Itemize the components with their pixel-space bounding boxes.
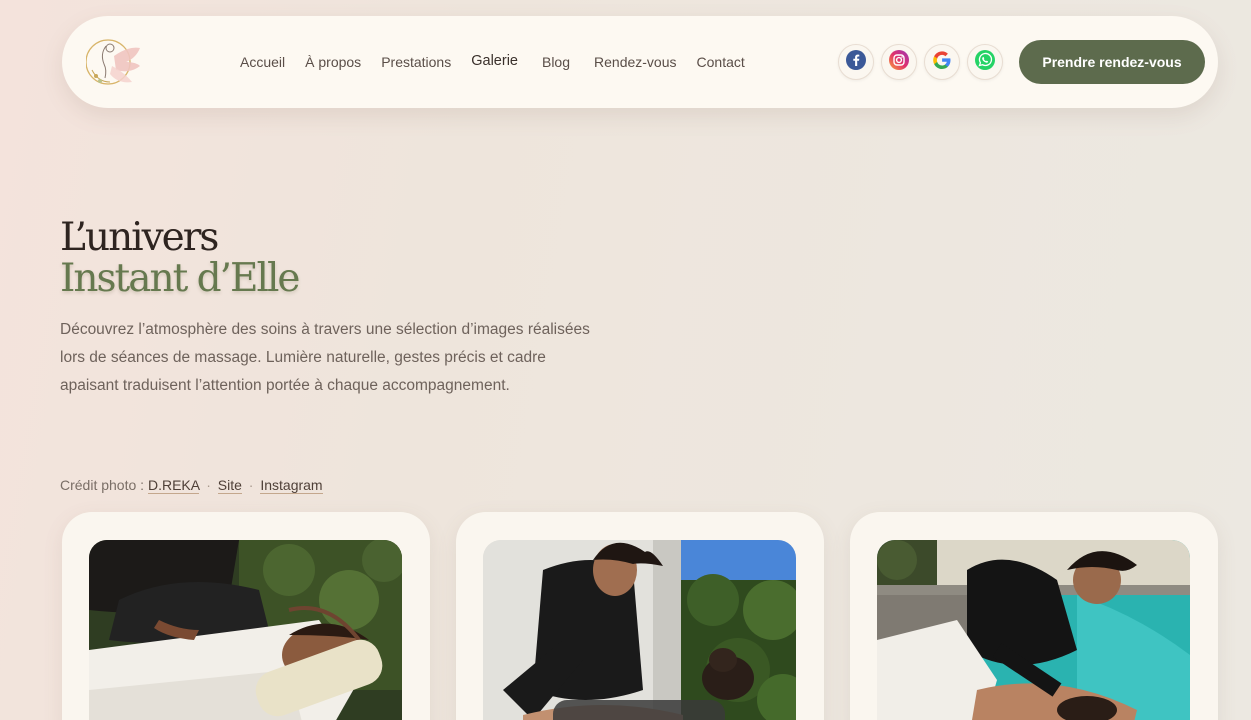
site-header: Accueil À propos Prestations Galerie Blo…	[62, 16, 1218, 108]
social-links	[838, 44, 1010, 80]
intro-text: Découvrez l’atmosphère des soins à trave…	[60, 321, 590, 394]
google-icon	[931, 49, 953, 76]
nav-rendez-vous[interactable]: Rendez-vous	[594, 52, 677, 72]
nav-prestations[interactable]: Prestations	[381, 52, 451, 72]
whatsapp-icon	[974, 49, 996, 76]
photographer-instagram-link[interactable]: Instagram	[260, 477, 323, 494]
whatsapp-link[interactable]	[967, 44, 1003, 80]
nav-contact[interactable]: Contact	[697, 52, 745, 72]
logo[interactable]	[85, 26, 146, 98]
nav-accueil[interactable]: Accueil	[240, 52, 285, 72]
page-title: L’univers	[60, 215, 219, 260]
gallery-photo[interactable]	[483, 540, 796, 720]
photo-credit: Crédit photo : D.REKA · Site · Instagram	[60, 475, 323, 495]
nav-a-propos[interactable]: À propos	[305, 52, 361, 72]
credit-separator: ·	[248, 477, 254, 493]
main-nav: Accueil À propos Prestations Galerie Blo…	[240, 16, 765, 108]
instagram-icon	[888, 49, 910, 76]
photographer-link[interactable]: D.REKA	[147, 477, 200, 494]
gallery-card[interactable]	[850, 512, 1218, 720]
photographer-site-link[interactable]: Site	[217, 477, 242, 494]
page-subtitle: Instant d’Elle	[60, 256, 301, 301]
facebook-link[interactable]	[838, 44, 874, 80]
credit-prefix: Crédit photo :	[60, 477, 145, 493]
gallery-card[interactable]	[62, 512, 430, 720]
facebook-icon	[845, 49, 867, 76]
book-appointment-button[interactable]: Prendre rendez-vous	[1019, 40, 1205, 84]
nav-blog[interactable]: Blog	[542, 52, 570, 72]
instagram-link[interactable]	[881, 44, 917, 80]
gallery-card[interactable]	[456, 512, 824, 720]
nav-galerie[interactable]: Galerie	[471, 51, 518, 71]
google-link[interactable]	[924, 44, 960, 80]
gallery-photo[interactable]	[89, 540, 402, 720]
credit-separator: ·	[206, 477, 211, 493]
gallery-photo[interactable]	[877, 540, 1190, 720]
